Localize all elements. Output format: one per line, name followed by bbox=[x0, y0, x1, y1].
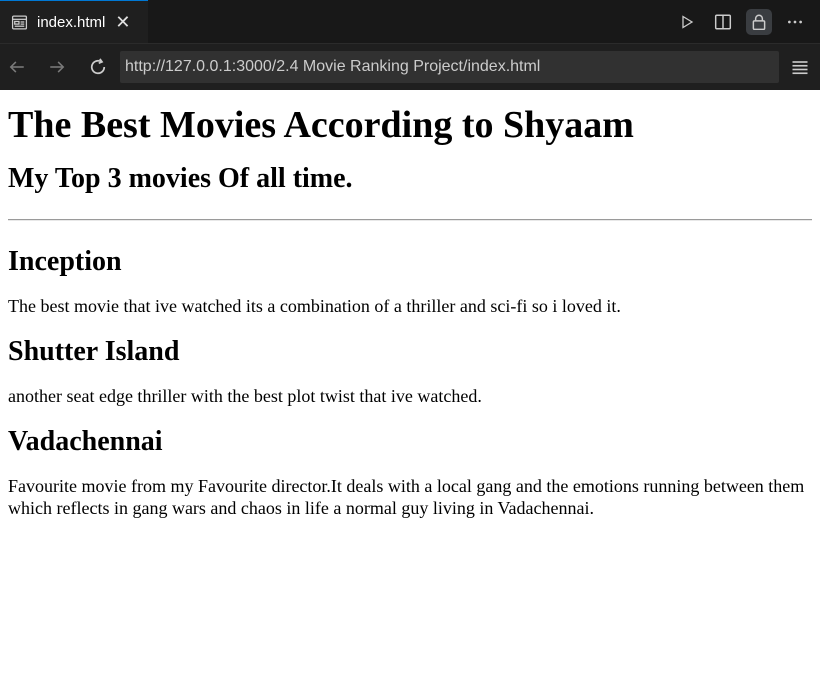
more-icon[interactable] bbox=[782, 9, 808, 35]
movie-description: another seat edge thriller with the best… bbox=[8, 386, 482, 406]
movie-title: Shutter Island bbox=[8, 336, 180, 367]
browser-toolbar: http://127.0.0.1:3000/2.4 Movie Ranking … bbox=[0, 44, 820, 90]
movie-item: Shutter Island another seat edge thrille… bbox=[8, 335, 812, 407]
editor-tab-bar: index.html ✕ bbox=[0, 0, 820, 44]
preview-file-icon bbox=[11, 14, 28, 30]
tab-title: index.html bbox=[37, 13, 106, 31]
forward-arrow-icon[interactable] bbox=[42, 44, 72, 90]
back-arrow-icon[interactable] bbox=[2, 44, 32, 90]
split-editor-icon[interactable] bbox=[710, 9, 736, 35]
tab-index-html[interactable]: index.html ✕ bbox=[0, 0, 148, 43]
movie-title: Inception bbox=[8, 246, 122, 277]
lock-icon[interactable] bbox=[746, 8, 772, 35]
movie-title: Vadachennai bbox=[8, 426, 163, 457]
movie-description: Favourite movie from my Favourite direct… bbox=[8, 476, 805, 518]
movie-item: Vadachennai Favourite movie from my Favo… bbox=[8, 425, 812, 519]
menu-icon[interactable] bbox=[790, 57, 810, 77]
movie-item: Inception The best movie that ive watche… bbox=[8, 245, 812, 317]
url-text: http://127.0.0.1:3000/2.4 Movie Ranking … bbox=[125, 58, 541, 75]
page-title: The Best Movies According to Shyaam bbox=[8, 104, 634, 146]
page-content: The Best Movies According to Shyaam My T… bbox=[0, 90, 820, 519]
movie-description: The best movie that ive watched its a co… bbox=[8, 296, 621, 316]
divider bbox=[8, 219, 812, 221]
page-subheading: My Top 3 movies Of all time. bbox=[8, 163, 353, 194]
url-input[interactable]: http://127.0.0.1:3000/2.4 Movie Ranking … bbox=[120, 51, 779, 83]
close-icon[interactable]: ✕ bbox=[115, 13, 130, 31]
run-icon[interactable] bbox=[674, 9, 700, 35]
reload-icon[interactable] bbox=[83, 44, 113, 90]
